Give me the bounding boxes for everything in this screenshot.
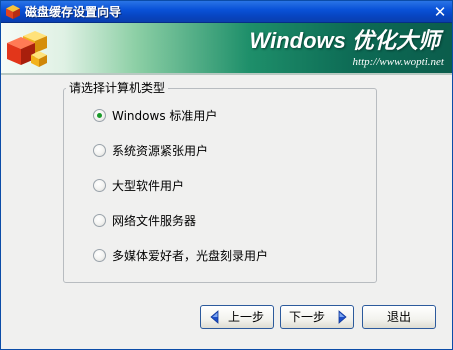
radio-button[interactable] xyxy=(93,109,106,122)
radio-button[interactable] xyxy=(93,249,106,262)
exit-button[interactable]: 退出 xyxy=(362,305,436,329)
radio-button[interactable] xyxy=(93,214,106,227)
exit-label: 退出 xyxy=(386,310,411,324)
cubes-logo-icon xyxy=(7,31,47,67)
window-title: 磁盘缓存设置向导 xyxy=(25,5,122,19)
app-cube-icon xyxy=(6,5,20,19)
brand-url: http://www.wopti.net xyxy=(352,56,444,68)
radio-button[interactable] xyxy=(93,144,106,157)
option-label: 网络文件服务器 xyxy=(112,214,197,228)
wizard-window: 磁盘缓存设置向导 ✕ Windows 优化大师 http://www.wopti… xyxy=(0,0,453,350)
group-legend: 请选择计算机类型 xyxy=(66,81,169,95)
close-button[interactable]: ✕ xyxy=(431,3,449,21)
option-label: 多媒体爱好者，光盘刻录用户 xyxy=(112,249,269,263)
next-button[interactable]: 下一步 xyxy=(280,305,354,329)
radio-button[interactable] xyxy=(93,179,106,192)
arrow-right-icon xyxy=(338,310,347,324)
arrow-left-icon xyxy=(210,310,219,324)
next-label: 下一步 xyxy=(289,310,326,324)
header-banner: Windows 优化大师 http://www.wopti.net xyxy=(1,23,452,73)
brand-title: Windows 优化大师 xyxy=(249,28,440,53)
option-label: 系统资源紧张用户 xyxy=(112,144,209,158)
previous-label: 上一步 xyxy=(228,310,265,324)
banner-divider xyxy=(1,73,452,75)
previous-button[interactable]: 上一步 xyxy=(200,305,274,329)
option-label: Windows 标准用户 xyxy=(112,109,218,123)
option-label: 大型软件用户 xyxy=(112,179,185,193)
title-bar: 磁盘缓存设置向导 ✕ xyxy=(1,1,452,23)
